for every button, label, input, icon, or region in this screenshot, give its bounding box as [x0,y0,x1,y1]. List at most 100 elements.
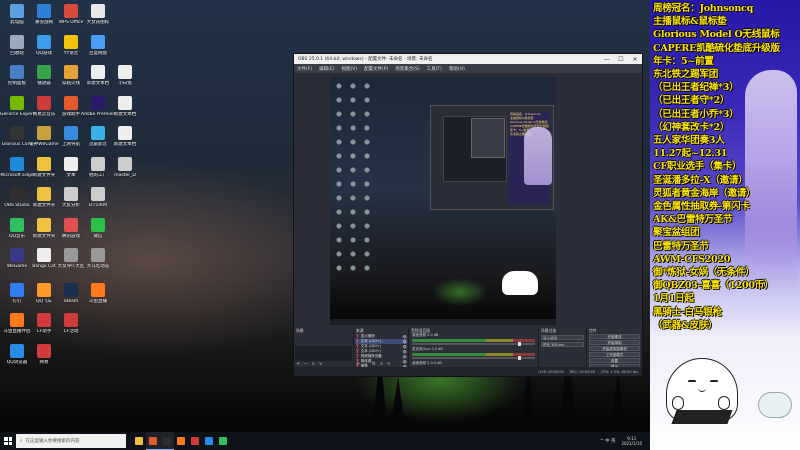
taskbar-app-button[interactable] [216,432,230,450]
app-icon [64,248,78,262]
app-icon [118,156,132,171]
desktop-shortcut[interactable]: 斗鱼直播 [81,282,115,315]
app-icon [64,126,78,140]
taskbar-app-button[interactable] [188,432,202,450]
channel-label: 桌面音频 0.0 dB [412,333,439,337]
volume-meter [412,353,535,356]
app-icon [10,126,24,140]
menu-view[interactable]: 视图(V) [341,66,357,72]
overlay-text-line: CF职业选手（集卡） [653,161,742,173]
desktop-shortcut[interactable]: CF活动 [54,312,88,345]
preview-anime-character [524,127,552,185]
overlay-text-line: 聚宝盆组团 [653,227,700,239]
taskbar-app-button[interactable] [146,432,160,450]
preview-bongo-cat [502,271,538,295]
app-icon [118,126,132,140]
visibility-eye-icon[interactable]: 👁 [403,350,407,354]
desktop-shortcut[interactable]: 大女孩图标 [81,3,115,36]
shortcut-label: 大马吃动态 [86,264,110,269]
app-icon [91,156,105,171]
app-icon [37,313,51,327]
desktop-shortcut[interactable]: 百度网盘 [81,34,115,67]
scenes-list[interactable] [295,346,352,361]
taskbar-clock[interactable]: 9:11 2021/1/10 [621,436,642,446]
volume-meter [412,339,535,342]
start-virtual-camera-button[interactable]: 开始虚拟摄像机 [589,346,640,351]
menu-scene-collection[interactable]: 场景集合(S) [395,66,419,72]
app-icon [64,95,78,110]
transition-select[interactable]: 淡入淡出 [541,335,584,340]
taskbar-app-button[interactable] [202,432,216,450]
menu-tools[interactable]: 工具(T) [427,66,442,72]
cat-eye [688,380,696,383]
cat-paw [718,396,730,410]
overlay-text-line: 巴雷特万圣节 [653,240,709,252]
desktop-shortcut[interactable]: 大马吃动态 [81,247,115,280]
app-icon [64,313,78,327]
app-icon [10,95,24,110]
desktop-shortcut[interactable]: 网易 [27,343,61,376]
transition-duration[interactable]: 时长 300 ms [541,342,584,347]
cpu-fps-readout: CPU: 1.3%, 60.00 fps [601,369,638,374]
menu-edit[interactable]: 编辑(E) [319,66,334,72]
desktop-shortcut[interactable]: 新建文本档 [108,95,142,128]
rec-timer: REC: 00:00:00 [569,369,596,374]
desktop-shortcut[interactable]: 新建文本档 [108,125,142,158]
obs-docks: 场景 + − ∧ ∨ 来源 T 显示捕获 👁 T 文本 (GDI+) 👁 T 文本 (GDI+… [294,328,642,374]
app-icon [91,34,105,49]
obs-titlebar[interactable]: OBS 25.0.1 (64-bit, windows) - 配置文件: 未命名… [294,54,642,64]
obs-preview-canvas[interactable]: 周榜冠名：Johnsoncq 主播鼠标&鼠标垫 Glorious Model O… [330,77,556,325]
taskbar-app-button[interactable] [132,432,146,450]
slider-handle[interactable] [518,356,521,360]
mixer-channel: 麦克风/Aux 0.0 dB [409,347,538,360]
mixer-channel: 桌面音频 0.0 dB [409,333,538,346]
close-icon[interactable]: ✕ [628,56,642,63]
keyboard-image [671,410,733,424]
taskbar-app-button[interactable] [174,432,188,450]
taskbar-search-box[interactable]: ⌕ 在这里输入你要搜索的内容 [16,434,126,448]
app-icon [64,4,78,18]
duration-value: 300 ms [551,343,565,347]
visibility-eye-icon[interactable]: 👁 [403,345,407,349]
app-icon [91,217,105,232]
transitions-dock: 场景过渡 淡入淡出 时长 300 ms [539,328,587,367]
tree-silhouette [390,377,406,432]
app-icon [118,65,132,79]
shortcut-label: 新建文本档 [113,142,137,147]
desktop-shortcut[interactable]: 微信 [81,217,115,250]
start-button[interactable] [0,432,16,450]
start-recording-button[interactable]: 开始录制 [589,340,640,345]
obs-window[interactable]: OBS 25.0.1 (64-bit, windows) - 配置文件: 未命名… [293,53,643,377]
volume-slider[interactable] [412,356,535,360]
studio-mode-button[interactable]: 工作室模式 [589,352,640,357]
menu-file[interactable]: 文件(F) [297,66,312,72]
desktop-shortcut[interactable]: master_D [108,156,142,189]
taskbar-app-button[interactable] [160,432,174,450]
volume-slider[interactable] [412,342,535,346]
obs-menubar: 文件(F) 编辑(E) 视图(V) 配置文件(P) 场景集合(S) 工具(T) … [294,64,642,73]
visibility-eye-icon[interactable]: 👁 [403,355,407,359]
sources-dock: 来源 T 显示捕获 👁 T 文本 (GDI+) 👁 T 文本 (GDI+) 👁 T 文本 (GDI+… [354,328,409,369]
desktop-shortcut[interactable]: D:/1409 [81,186,115,219]
desktop-shortcut[interactable]: 小白兔 [108,64,142,97]
visibility-eye-icon[interactable]: 👁 [403,340,407,344]
start-streaming-button[interactable]: 开始推流 [589,334,640,339]
tray-icons[interactable]: ^ 中 英 [600,438,616,444]
app-icon [37,282,51,297]
settings-button[interactable]: 设置 [589,358,640,363]
maximize-icon[interactable]: ☐ [614,56,628,63]
app-icon [37,4,51,18]
overlay-text-line: （武器&皮肤） [653,319,718,331]
stream-overlay-panel: 周榜冠名：Johnsoncq 主播鼠标&鼠标垫 Glorious Model O无线… [650,0,800,450]
visibility-eye-icon[interactable]: 👁 [403,335,407,339]
app-icon [118,95,132,110]
menu-help[interactable]: 帮助(H) [449,66,465,72]
overlay-text-line: 1月1日起 [653,293,694,305]
controls-dock: 控件 开始推流 开始录制 开始虚拟摄像机 工作室模式 设置 退出 [587,328,642,369]
windows-logo-icon [4,437,12,445]
overlay-text-line: 圣诞潘多拉-X（邀请） [653,174,748,186]
slider-handle[interactable] [518,342,521,346]
overlay-text-line: 御QBZ03-喜喜（1200币） [653,280,774,292]
menu-profile[interactable]: 配置文件(P) [364,66,388,72]
minimize-icon[interactable]: — [600,56,614,63]
